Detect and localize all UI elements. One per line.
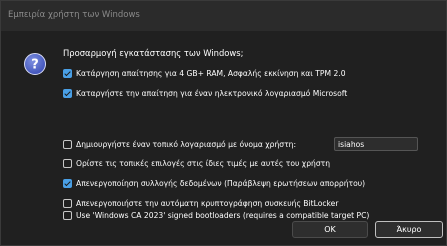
option-label: Κατάργηση απαίτησης για 4 GB+ RAM, Ασφαλ… [76, 69, 346, 78]
window-title: Εμπειρία χρήστη των Windows [8, 10, 140, 20]
question-icon: ? [24, 53, 46, 75]
prompt-text: Προσαρμογή εγκατάστασης των Windows; [63, 48, 244, 58]
checkbox-ca2023-bootloaders[interactable] [63, 211, 72, 220]
option-label: Ορίστε τις τοπικές επιλογές στις ίδιες τ… [76, 159, 331, 168]
checkbox-create-local-account[interactable] [63, 140, 72, 149]
option-label: Use 'Windows CA 2023' signed bootloaders… [76, 211, 370, 220]
option-regional-settings[interactable]: Ορίστε τις τοπικές επιλογές στις ίδιες τ… [63, 157, 330, 170]
checkbox-regional-settings[interactable] [63, 159, 72, 168]
option-label: Δημιουργήστε έναν τοπικό λογαριασμό με ό… [76, 140, 297, 149]
option-create-local-account[interactable]: Δημιουργήστε έναν τοπικό λογαριασμό με ό… [63, 138, 296, 151]
customize-dialog: Εμπειρία χρήστη των Windows ? Προσαρμογή… [0, 0, 447, 246]
checkbox-disable-bitlocker[interactable] [63, 199, 72, 208]
username-field[interactable] [334, 137, 418, 151]
option-remove-online-account[interactable]: Καταργήστε την απαίτηση για έναν ηλεκτρο… [63, 87, 347, 100]
checkbox-remove-online-account[interactable] [63, 89, 72, 98]
title-bar[interactable]: Εμπειρία χρήστη των Windows [1, 1, 446, 31]
option-label: Απενεργοποιήστε την αυτόματη κρυπτογράφη… [76, 199, 339, 208]
option-remove-hw-requirements[interactable]: Κατάργηση απαίτησης για 4 GB+ RAM, Ασφαλ… [63, 67, 346, 80]
ok-button[interactable]: OK [292, 221, 368, 238]
option-label: Απενεργοποίηση συλλογής δεδομένων (Παράβ… [76, 179, 366, 188]
checkbox-disable-data-collection[interactable] [63, 179, 72, 188]
cancel-button[interactable]: Άκυρο [375, 221, 443, 238]
svg-text:?: ? [31, 58, 39, 73]
option-label: Καταργήστε την απαίτηση για έναν ηλεκτρο… [76, 89, 348, 98]
checkbox-remove-hw-requirements[interactable] [63, 69, 72, 78]
option-disable-data-collection[interactable]: Απενεργοποίηση συλλογής δεδομένων (Παράβ… [63, 177, 365, 190]
